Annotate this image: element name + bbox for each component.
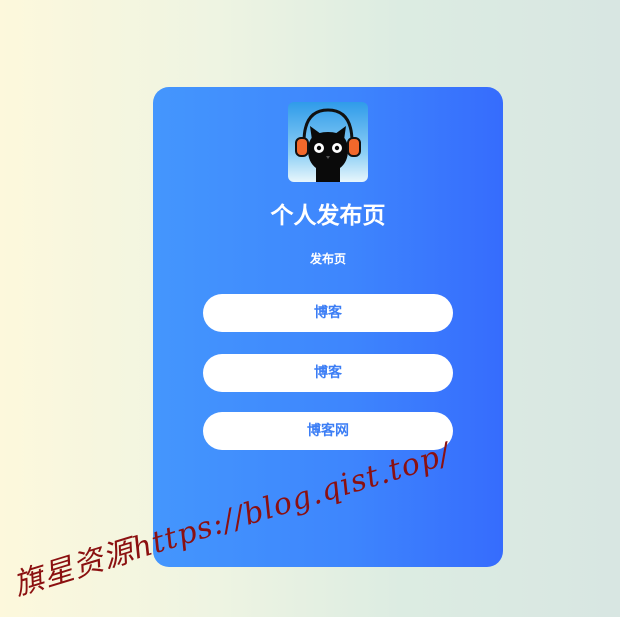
black-cat-with-headphones-icon [288, 102, 368, 182]
blog-link-button-2[interactable]: 博客 [203, 354, 453, 392]
avatar [288, 102, 368, 182]
page-subtitle: 发布页 [309, 252, 346, 266]
blog-link-button-1[interactable]: 博客 [203, 294, 453, 332]
page-title: 个人发布页 [270, 203, 386, 229]
